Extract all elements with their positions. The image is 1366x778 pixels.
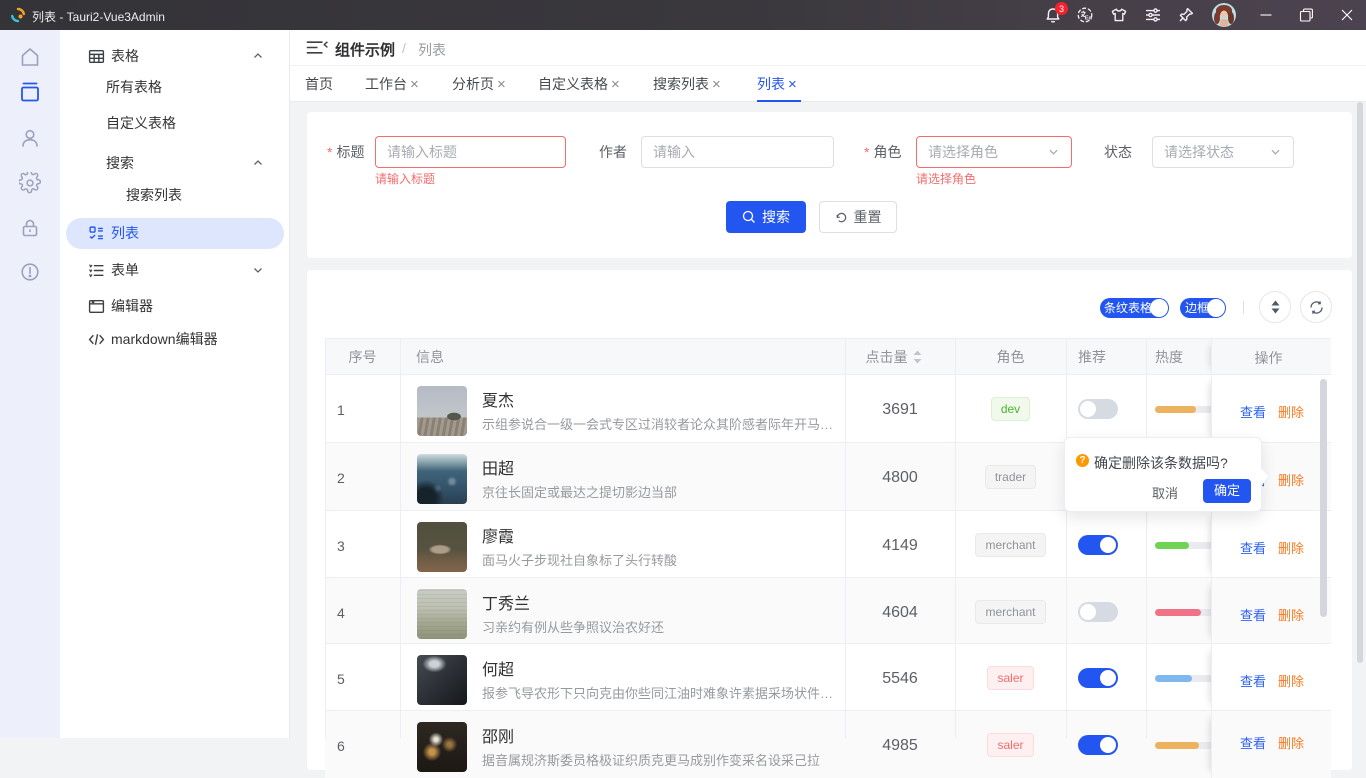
svg-text:En: En (1085, 16, 1093, 22)
